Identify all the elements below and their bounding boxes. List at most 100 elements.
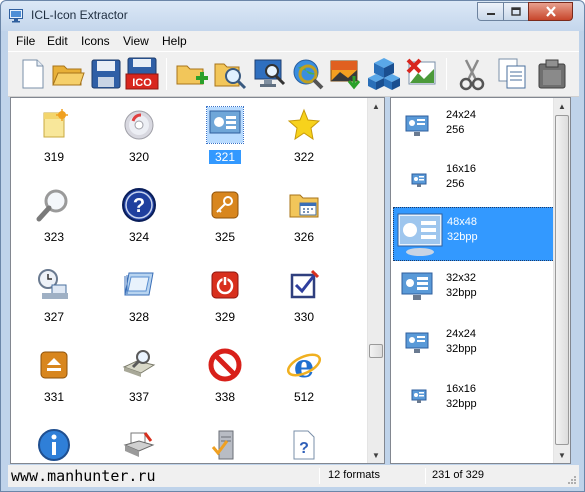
icon-label: 327 [43, 310, 65, 324]
format-item[interactable]: 24x24 32bpp [393, 320, 551, 372]
close-button[interactable] [528, 2, 573, 21]
export-image-icon[interactable] [328, 56, 364, 92]
svg-text:ICO: ICO [132, 77, 152, 89]
star-icon [287, 108, 321, 141]
printer-icon [123, 432, 155, 457]
icon-grid[interactable]: 319 320 321 322 323 ? 324 325 326 327 32… [10, 97, 385, 464]
icon-label: 322 [293, 150, 315, 164]
icon-item[interactable]: 330 [268, 261, 340, 337]
format-size: 24x24 [446, 109, 476, 121]
close-icon [545, 6, 556, 17]
format-size: 16x16 [446, 163, 476, 175]
key-icon [211, 191, 239, 219]
icon-item[interactable]: 326 [268, 181, 340, 257]
resize-grip-icon[interactable] [567, 475, 577, 485]
menu-icons[interactable]: Icons [81, 34, 110, 48]
eject-icon [40, 351, 68, 379]
title-bar[interactable]: ICL-Icon Extractor [1, 1, 584, 31]
icon-item[interactable] [189, 421, 261, 463]
scroll-down-button[interactable]: ▼ [368, 447, 384, 463]
search-printer-icon [122, 350, 156, 377]
format-item[interactable]: 24x24 256 [393, 101, 551, 153]
status-separator [319, 468, 320, 484]
icon-label: 326 [293, 230, 315, 244]
magnifier-icon [36, 189, 68, 222]
open-folder-icon[interactable] [50, 56, 86, 92]
save-ico-icon[interactable]: ICO [124, 56, 160, 92]
format-list-scrollbar[interactable]: ▲ ▼ [553, 98, 570, 463]
internet-explorer-icon: e [286, 347, 322, 383]
new-icon[interactable] [14, 56, 50, 92]
scroll-up-button[interactable]: ▲ [554, 98, 570, 114]
server-check-icon [211, 430, 234, 460]
maximize-button[interactable] [503, 2, 529, 21]
icon-item[interactable]: 337 [103, 341, 175, 417]
scroll-thumb[interactable] [555, 115, 569, 445]
icon-item[interactable]: 328 [103, 261, 175, 337]
icon-label: 324 [128, 230, 150, 244]
icon-label: 321 [209, 150, 241, 164]
format-item[interactable]: 16x16 32bpp [393, 375, 551, 427]
no-entry-icon [208, 348, 242, 382]
clock-network-icon [38, 269, 68, 299]
format-item[interactable]: 32x32 32bpp [393, 264, 551, 316]
icon-item[interactable]: 325 [189, 181, 261, 257]
icon-grid-scrollbar[interactable]: ▲ ▼ [367, 98, 384, 463]
menu-file[interactable]: File [16, 34, 35, 48]
status-bar: www.manhunter.ru 12 formats 231 of 329 [8, 465, 579, 487]
icon-item[interactable]: 323 [18, 181, 90, 257]
format-item-selected[interactable]: 48x48 32bpp [393, 207, 561, 261]
search-folder-icon[interactable] [212, 56, 248, 92]
paste-icon[interactable] [534, 56, 570, 92]
menu-view[interactable]: View [123, 34, 149, 48]
toolbar-separator [166, 58, 167, 90]
delete-image-icon[interactable] [404, 56, 440, 92]
icon-label: 328 [128, 310, 150, 324]
add-folder-icon[interactable] [174, 56, 210, 92]
menu-help[interactable]: Help [162, 34, 187, 48]
minimize-icon [486, 12, 495, 15]
icon-item[interactable]: 320 [103, 101, 175, 177]
icon-item[interactable]: 329 [189, 261, 261, 337]
icon-label: 319 [43, 150, 65, 164]
monitor-search-icon[interactable] [252, 56, 288, 92]
copy-icon[interactable] [494, 56, 530, 92]
icon-item[interactable]: 319 [18, 101, 90, 177]
format-depth: 32bpp [446, 287, 477, 299]
scroll-thumb[interactable] [369, 344, 383, 358]
scroll-down-button[interactable]: ▼ [554, 447, 570, 463]
help-document-icon: ? [293, 430, 315, 460]
save-icon[interactable] [88, 56, 124, 92]
icon-label: 330 [293, 310, 315, 324]
power-icon [211, 271, 239, 299]
monitor-settings-icon [405, 332, 429, 353]
icon-item[interactable] [103, 421, 175, 463]
format-item[interactable]: 16x16 256 [393, 155, 551, 207]
monitor-settings-icon [411, 389, 427, 403]
minimize-button[interactable] [477, 2, 504, 21]
icon-label: 323 [43, 230, 65, 244]
cubes-icon[interactable] [366, 56, 402, 92]
icon-item[interactable]: ? 324 [103, 181, 175, 257]
svg-text:e: e [294, 347, 314, 383]
cut-icon[interactable] [454, 56, 490, 92]
icon-item[interactable]: 327 [18, 261, 90, 337]
icon-item[interactable]: 338 [189, 341, 261, 417]
menu-edit[interactable]: Edit [47, 34, 68, 48]
checkbox-icon [290, 269, 320, 299]
app-icon [9, 9, 23, 23]
maximize-icon [511, 7, 521, 16]
icon-label: 512 [293, 390, 315, 404]
format-size: 32x32 [446, 272, 476, 284]
icon-item[interactable]: ? [268, 421, 340, 463]
icon-item[interactable] [18, 421, 90, 463]
icon-item[interactable]: 322 [268, 101, 340, 177]
menu-bar: File Edit Icons View Help [8, 31, 579, 51]
icon-item-selected[interactable]: 321 [189, 101, 261, 177]
monitor-settings-icon [401, 272, 433, 300]
icon-item[interactable]: 331 [18, 341, 90, 417]
icon-item[interactable]: e 512 [268, 341, 340, 417]
globe-search-icon[interactable] [290, 56, 326, 92]
scroll-up-button[interactable]: ▲ [368, 98, 384, 114]
format-list[interactable]: 24x24 256 16x16 256 48x48 32bpp 32x32 32… [390, 97, 571, 464]
